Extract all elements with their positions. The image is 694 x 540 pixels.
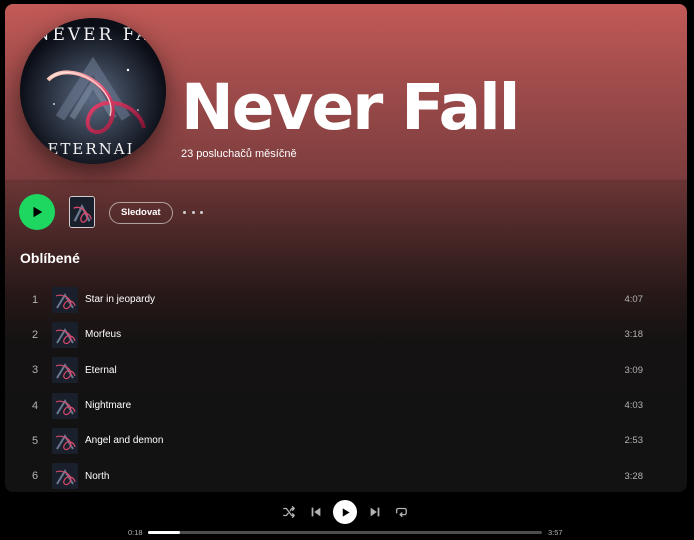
artist-image: NEVER FA ETERNAL	[20, 18, 166, 164]
track-duration: 4:03	[624, 400, 644, 412]
track-cover-art	[52, 357, 78, 384]
artist-name: Never Fall	[181, 71, 520, 144]
track-row[interactable]: 4 Nightmare 4:03	[20, 388, 672, 423]
track-row[interactable]: 1 Star in jeopardy 4:07	[20, 282, 672, 317]
track-title[interactable]: Eternal	[85, 365, 117, 376]
more-dot-icon	[200, 210, 203, 214]
track-cover-art	[52, 286, 78, 313]
track-title[interactable]: Morfeus	[85, 329, 121, 340]
track-row[interactable]: 3 Eternal 3:09	[20, 353, 672, 388]
track-cover-art	[52, 463, 78, 490]
track-cover-art	[52, 427, 78, 454]
track-row[interactable]: 5 Angel and demon 2:53	[20, 423, 672, 458]
monthly-listeners: 23 posluchačů měsíčně	[181, 148, 297, 160]
play-icon	[33, 206, 43, 218]
track-title[interactable]: Nightmare	[85, 400, 131, 411]
popular-section-title: Oblíbené	[20, 250, 80, 266]
play-button[interactable]	[19, 194, 55, 230]
track-number: 1	[31, 293, 39, 306]
more-options-button[interactable]	[183, 204, 203, 220]
playback-progress-bar[interactable]	[148, 531, 542, 534]
track-cover-art	[52, 392, 78, 419]
track-duration: 3:18	[624, 329, 644, 341]
artist-image-bottom-text: ETERNAL	[47, 140, 138, 158]
track-duration: 2:53	[624, 435, 644, 447]
track-number: 2	[31, 328, 39, 341]
track-row[interactable]: 6 North 3:28	[20, 458, 672, 492]
playback-progress-fill	[148, 531, 180, 534]
popular-track-list: 1 Star in jeopardy 4:07 2 Morfeus 3:18 3…	[20, 282, 672, 492]
track-duration: 3:09	[624, 364, 644, 376]
shuffle-icon[interactable]	[282, 505, 296, 519]
current-time: 0:18	[128, 528, 143, 537]
total-time: 3:57	[548, 528, 563, 537]
next-track-icon[interactable]	[368, 505, 382, 519]
track-title[interactable]: North	[85, 471, 109, 482]
artist-page: NEVER FA ETERNAL Never Fall 23 posluchač…	[5, 4, 687, 492]
track-cover-art	[52, 321, 78, 348]
track-number: 6	[31, 470, 39, 483]
repeat-icon[interactable]	[394, 505, 408, 519]
track-duration: 4:07	[624, 294, 644, 306]
more-dot-icon	[183, 210, 186, 214]
track-title[interactable]: Star in jeopardy	[85, 294, 155, 305]
track-number: 5	[31, 434, 39, 447]
follow-button[interactable]: Sledovat	[109, 202, 173, 224]
track-title[interactable]: Angel and demon	[85, 435, 163, 446]
previous-track-icon[interactable]	[309, 505, 323, 519]
track-duration: 3:28	[624, 470, 644, 482]
track-number: 4	[31, 399, 39, 412]
latest-release-thumbnail[interactable]	[69, 196, 95, 228]
more-dot-icon	[191, 210, 195, 214]
play-icon	[342, 507, 350, 517]
player-play-button[interactable]	[333, 500, 357, 524]
track-number: 3	[31, 364, 39, 377]
track-row[interactable]: 2 Morfeus 3:18	[20, 317, 672, 352]
